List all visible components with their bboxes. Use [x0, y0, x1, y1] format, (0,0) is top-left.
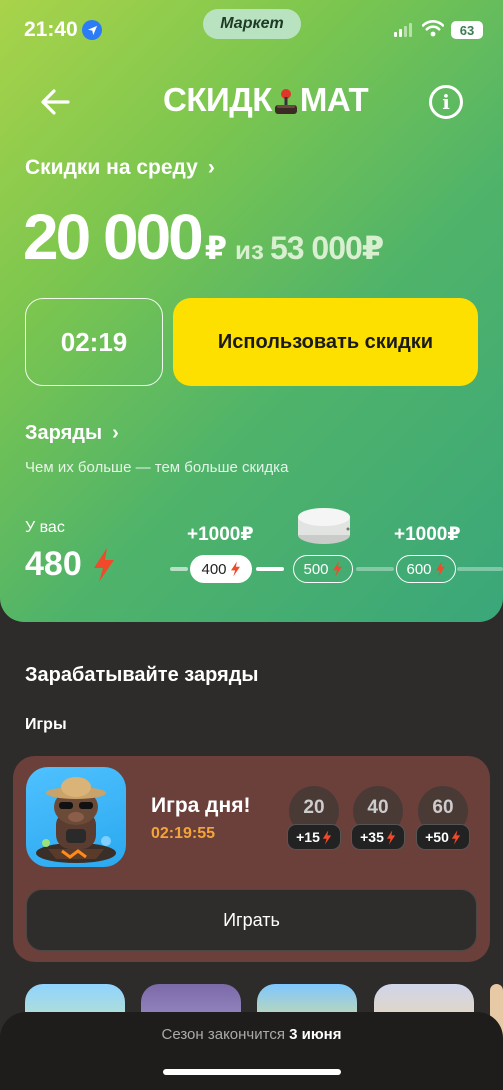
season-date: 3 июня	[289, 1026, 342, 1043]
status-bar: 21:40 Маркет 63	[0, 0, 503, 60]
home-indicator[interactable]	[163, 1069, 341, 1075]
you-have-label: У вас	[25, 519, 65, 536]
earn-section-title: Зарабатывайте заряды	[25, 664, 259, 686]
level-reward-badge: +50	[416, 824, 470, 850]
milestone-chip: 600	[396, 555, 456, 583]
discounts-day-link[interactable]: Скидки на среду ›	[25, 156, 215, 180]
location-arrow-icon	[82, 20, 102, 40]
discount-amount: 20 000 ₽ из 53 000₽	[23, 200, 384, 274]
lightning-bolt-icon	[93, 547, 114, 582]
lightning-bolt-icon	[322, 829, 332, 845]
hero-panel: 21:40 Маркет 63 СКИДК МАТ i Скидки на ср…	[0, 0, 503, 622]
charges-subtitle: Чем их больше — тем больше скидка	[25, 459, 289, 476]
season-text-line: Сезон закончится 3 июня	[0, 1026, 503, 1043]
skidkomat-logo: СКИДК МАТ	[163, 80, 369, 120]
milestone-value: 400	[201, 560, 227, 578]
info-icon[interactable]: i	[429, 85, 463, 119]
chevron-right-icon: ›	[207, 156, 215, 179]
milestone-bonus: +1000₽	[394, 524, 461, 545]
signal-icon	[394, 23, 412, 37]
battery-icon: 63	[451, 21, 483, 39]
level-reward: +50	[425, 829, 449, 845]
discount-currency: ₽	[204, 230, 228, 266]
logo-text-right: МАТ	[299, 81, 369, 118]
joystick-icon	[273, 86, 299, 114]
milestone-value: 500	[303, 560, 329, 578]
charges-link-label: Заряды	[25, 422, 103, 444]
discount-value: 20 000	[23, 201, 204, 273]
games-label: Игры	[25, 716, 67, 733]
game-button-icon	[296, 505, 352, 545]
discount-total: 53 000₽	[269, 230, 384, 266]
season-text: Сезон закончится	[161, 1026, 285, 1043]
milestone-bonus: +1000₽	[187, 524, 254, 545]
you-have-value: 480	[25, 545, 116, 584]
level-reward-badge: +15	[287, 824, 341, 850]
discounts-day-label: Скидки на среду	[25, 156, 198, 179]
level-reward-badge: +35	[351, 824, 405, 850]
status-time: 21:40	[24, 18, 78, 41]
milestone-chip: 500	[293, 555, 353, 583]
lightning-bolt-icon	[332, 561, 342, 577]
charges-count: 480	[25, 545, 82, 583]
market-app-pill[interactable]: Маркет	[203, 9, 301, 39]
logo-text-left: СКИДК	[163, 81, 272, 118]
milestone-value: 600	[406, 560, 432, 578]
play-button[interactable]: Играть	[26, 889, 477, 951]
charges-link[interactable]: Заряды ›	[25, 422, 119, 445]
use-discounts-button[interactable]: Использовать скидки	[173, 298, 478, 386]
level-reward: +15	[296, 829, 320, 845]
lightning-bolt-icon	[386, 829, 396, 845]
game-timer: 02:19:55	[151, 825, 216, 842]
discount-of-label: из	[235, 235, 264, 265]
discount-timer: 02:19	[25, 298, 163, 386]
lightning-bolt-icon	[451, 829, 461, 845]
game-character-image	[26, 767, 126, 867]
wifi-icon	[421, 20, 445, 42]
milestone-chip: 400	[190, 555, 252, 583]
lightning-bolt-icon	[230, 561, 240, 577]
level-reward: +35	[360, 829, 384, 845]
season-footer: Сезон закончится 3 июня	[0, 1012, 503, 1090]
game-name: Игра дня!	[151, 794, 251, 817]
back-arrow-icon[interactable]	[36, 84, 76, 120]
lightning-bolt-icon	[435, 561, 445, 577]
chevron-right-icon: ›	[112, 422, 119, 444]
